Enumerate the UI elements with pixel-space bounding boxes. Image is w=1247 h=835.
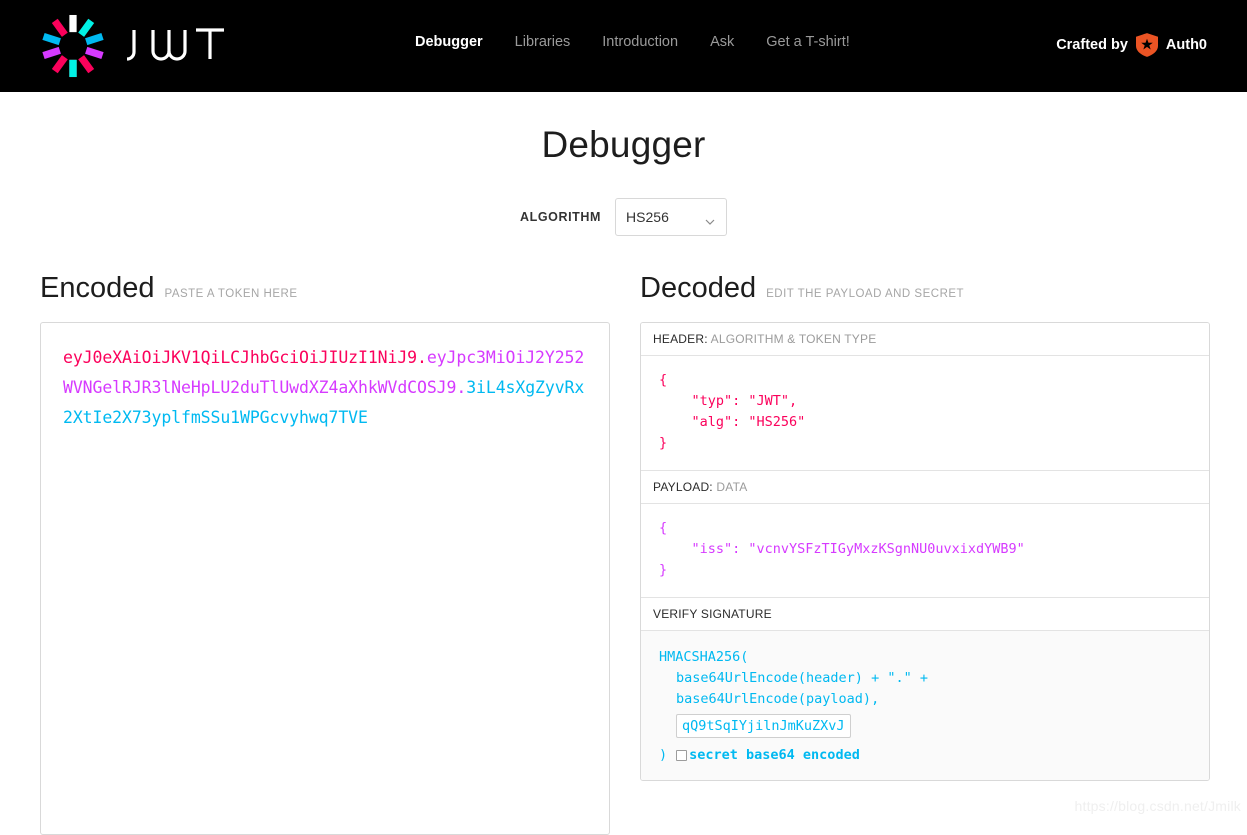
decoded-subtitle: EDIT THE PAYLOAD AND SECRET [766, 288, 965, 300]
payload-panel-label: PAYLOAD: DATA [641, 471, 1209, 504]
signature-line-payload-encode: base64UrlEncode(payload), [676, 691, 880, 707]
header-panel-label-main: HEADER: [653, 332, 708, 346]
secret-input[interactable]: qQ9tSqIYjilnJmKuZXvJ [676, 714, 851, 738]
debugger-columns: Encoded PASTE A TOKEN HERE eyJ0eXAiOiJKV… [0, 272, 1247, 835]
page-title: Debugger [541, 124, 706, 165]
algorithm-selected-value: HS256 [626, 209, 669, 225]
signature-panel-label: VERIFY SIGNATURE [641, 598, 1209, 631]
crafted-by-label: Crafted by [1056, 37, 1128, 53]
algorithm-row: ALGORITHM HS256 [0, 198, 1247, 236]
encoded-token-text: eyJ0eXAiOiJKV1QiLCJhbGciOiJIUzI1NiJ9.eyJ… [63, 343, 587, 433]
decoded-payload-json[interactable]: { "iss": "vcnvYSFzTIGyMxzKSgnNU0uvxixdYW… [641, 504, 1209, 598]
jwt-starburst-icon [40, 13, 106, 79]
signature-closing-row: ) secret base64 encoded [659, 745, 1191, 766]
decoded-header-json[interactable]: { "typ": "JWT", "alg": "HS256" } [641, 356, 1209, 471]
encoded-title: Encoded [40, 272, 155, 304]
secret-base64-label[interactable]: secret base64 encoded [689, 745, 860, 766]
main-nav-links: Debugger Libraries Introduction Ask Get … [415, 34, 850, 50]
encoded-subtitle: PASTE A TOKEN HERE [164, 288, 298, 300]
decoded-section-head: Decoded EDIT THE PAYLOAD AND SECRET [640, 272, 1210, 305]
encoded-section-head: Encoded PASTE A TOKEN HERE [40, 272, 610, 305]
verify-signature-block: HMACSHA256( base64UrlEncode(header) + ".… [641, 631, 1209, 780]
chevron-down-icon [705, 212, 715, 225]
nav-link-introduction[interactable]: Introduction [602, 34, 678, 50]
watermark: https://blog.csdn.net/Jmilk [1074, 798, 1241, 814]
auth0-brand-label: Auth0 [1165, 37, 1207, 53]
secret-base64-checkbox[interactable] [676, 750, 688, 761]
header-panel-label: HEADER: ALGORITHM & TOKEN TYPE [641, 323, 1209, 356]
token-separator-1: . [417, 348, 427, 367]
decoded-column: Decoded EDIT THE PAYLOAD AND SECRET HEAD… [640, 272, 1210, 781]
algorithm-select[interactable]: HS256 [615, 198, 728, 236]
decoded-panels: HEADER: ALGORITHM & TOKEN TYPE { "typ": … [640, 322, 1210, 781]
token-separator-2: . [456, 378, 467, 397]
nav-link-debugger[interactable]: Debugger [415, 34, 483, 50]
payload-panel-label-muted: DATA [716, 480, 748, 494]
nav-link-ask[interactable]: Ask [710, 34, 734, 50]
crafted-by-auth0[interactable]: Crafted by Auth0 [1056, 33, 1207, 57]
decoded-title: Decoded [640, 272, 757, 304]
nav-link-get-a-tshirt[interactable]: Get a T-shirt! [766, 34, 850, 50]
nav-link-libraries[interactable]: Libraries [515, 34, 571, 50]
jwt-brand-logo[interactable] [40, 13, 230, 79]
algorithm-label: ALGORITHM [519, 210, 602, 224]
header-panel-label-muted: ALGORITHM & TOKEN TYPE [710, 332, 877, 346]
signature-line-hmac: HMACSHA256( [659, 649, 749, 665]
auth0-shield-icon [1135, 33, 1158, 57]
payload-panel-label-main: PAYLOAD: [653, 480, 713, 494]
signature-line-header-encode: base64UrlEncode(header) + "." + [676, 670, 928, 686]
signature-closing-paren: ) [659, 747, 668, 763]
encoded-token-input[interactable]: eyJ0eXAiOiJKV1QiLCJhbGciOiJIUzI1NiJ9.eyJ… [40, 322, 610, 835]
top-navigation-bar: Debugger Libraries Introduction Ask Get … [0, 0, 1247, 92]
encoded-column: Encoded PASTE A TOKEN HERE eyJ0eXAiOiJKV… [40, 272, 610, 835]
token-header-segment: eyJ0eXAiOiJKV1QiLCJhbGciOiJIUzI1NiJ9 [63, 348, 418, 367]
jwt-wordmark [122, 21, 230, 71]
